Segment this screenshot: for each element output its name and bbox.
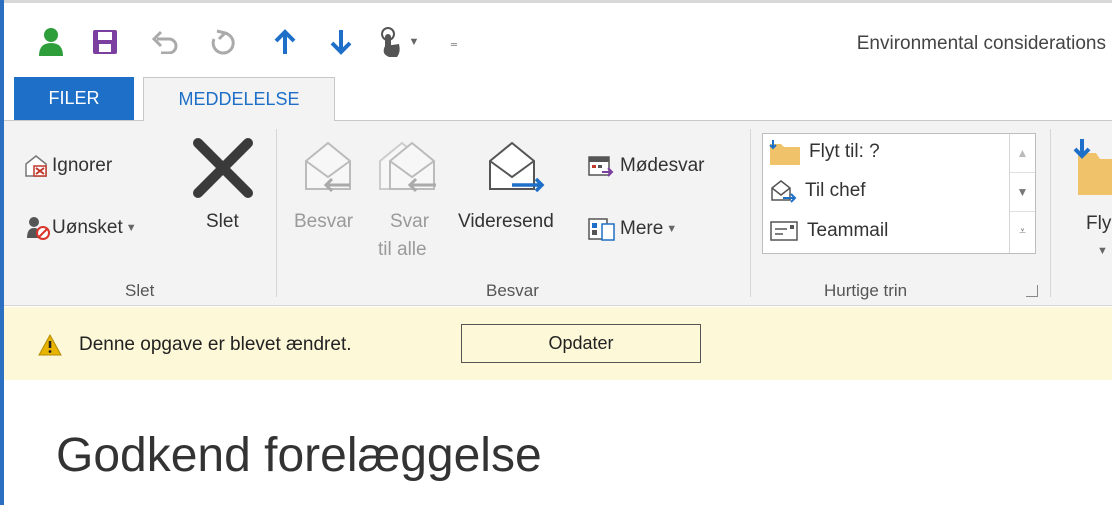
meeting-reply-button[interactable]: Mødesvar bbox=[588, 154, 704, 178]
save-icon[interactable] bbox=[88, 25, 122, 59]
more-button[interactable]: Mere ▼ bbox=[588, 216, 677, 242]
reply-all-label-line2: til alle bbox=[378, 239, 427, 260]
junk-label: Uønsket bbox=[52, 217, 123, 238]
customize-icon[interactable]: ₌ bbox=[442, 25, 466, 59]
junk-button[interactable]: Uønsket ▼ bbox=[26, 216, 137, 240]
move-folder-icon bbox=[1073, 139, 1112, 195]
quick-steps-gallery: Flyt til: ? Til chef Teammail ▲ ▼ ⩡ bbox=[762, 133, 1036, 254]
warning-icon bbox=[38, 334, 62, 356]
forward-label: Videresend bbox=[458, 211, 554, 232]
scroll-down-icon[interactable]: ▼ bbox=[1010, 173, 1035, 212]
move-button[interactable]: Fly ▼ bbox=[1064, 131, 1112, 261]
team-mail-icon bbox=[770, 221, 798, 241]
junk-icon bbox=[27, 217, 50, 240]
folder-move-icon bbox=[769, 140, 800, 165]
to-manager-icon bbox=[771, 180, 797, 203]
dialog-launcher-icon[interactable] bbox=[1026, 285, 1038, 297]
move-dropdown-icon: ▼ bbox=[1097, 245, 1108, 257]
quick-step-manager-label: Til chef bbox=[805, 180, 866, 201]
scroll-up-icon[interactable]: ▲ bbox=[1010, 134, 1035, 173]
quick-step-move-label: Flyt til: ? bbox=[809, 141, 880, 162]
info-bar: Denne opgave er blevet ændret. Opdater bbox=[4, 307, 1112, 380]
meeting-reply-label: Mødesvar bbox=[620, 155, 705, 176]
ignore-label: Ignorer bbox=[52, 155, 113, 176]
ignore-button[interactable]: Ignorer bbox=[24, 154, 112, 178]
undo-icon[interactable] bbox=[148, 25, 182, 59]
forward-icon bbox=[489, 141, 545, 193]
group-separator bbox=[276, 129, 277, 297]
move-label: Fly bbox=[1086, 213, 1112, 234]
redo-icon[interactable] bbox=[206, 25, 240, 59]
up-arrow-icon[interactable] bbox=[270, 25, 300, 59]
quick-step-manager[interactable]: Til chef bbox=[769, 178, 866, 204]
ribbon: Ignorer Uønsket ▼ Slet Slet Besvar Svar t… bbox=[4, 120, 1112, 306]
window-title: Environmental considerations bbox=[856, 33, 1106, 54]
reply-button: Besvar bbox=[290, 131, 366, 241]
more-dropdown-icon: ▼ bbox=[666, 223, 678, 235]
quick-step-team-label: Teammail bbox=[807, 220, 889, 241]
reply-label: Besvar bbox=[294, 211, 354, 232]
reply-icon bbox=[305, 141, 351, 193]
person-icon[interactable] bbox=[34, 25, 68, 59]
quick-step-move[interactable]: Flyt til: ? bbox=[769, 138, 880, 166]
quick-access-toolbar: ▼ ₌ Environmental considerations bbox=[4, 3, 1112, 77]
more-icon bbox=[588, 218, 615, 241]
info-message: Denne opgave er blevet ændret. bbox=[79, 334, 352, 355]
reply-all-button: Svar til alle bbox=[372, 131, 448, 263]
meeting-icon bbox=[588, 156, 614, 177]
delete-icon bbox=[193, 138, 253, 198]
group-label-besvar: Besvar bbox=[486, 281, 539, 300]
more-label: Mere bbox=[620, 218, 664, 239]
touch-mode-icon[interactable]: ▼ bbox=[368, 25, 428, 59]
quick-steps-scrollbar: ▲ ▼ ⩡ bbox=[1009, 134, 1035, 253]
down-arrow-icon[interactable] bbox=[326, 25, 356, 59]
forward-button[interactable]: Videresend bbox=[454, 131, 578, 241]
tab-filer[interactable]: FILER bbox=[14, 77, 134, 120]
reply-all-icon bbox=[379, 141, 436, 193]
update-button[interactable]: Opdater bbox=[461, 324, 701, 363]
group-label-quick-steps: Hurtige trin bbox=[824, 281, 908, 300]
reply-all-label-line1: Svar bbox=[390, 211, 430, 232]
group-separator bbox=[750, 129, 751, 297]
page-title: Godkend forelæggelse bbox=[56, 429, 542, 482]
group-label-slet: Slet bbox=[125, 281, 155, 300]
quick-step-team[interactable]: Teammail bbox=[769, 219, 888, 243]
expand-gallery-icon[interactable]: ⩡ bbox=[1010, 212, 1035, 251]
tab-meddelelse[interactable]: MEDDELELSE bbox=[143, 77, 335, 121]
delete-button[interactable]: Slet bbox=[188, 131, 258, 241]
group-separator bbox=[1050, 129, 1051, 297]
junk-dropdown-icon: ▼ bbox=[125, 222, 137, 234]
delete-label: Slet bbox=[206, 211, 239, 232]
ribbon-tabs: FILER MEDDELELSE bbox=[4, 77, 1112, 121]
ignore-icon bbox=[25, 155, 47, 177]
